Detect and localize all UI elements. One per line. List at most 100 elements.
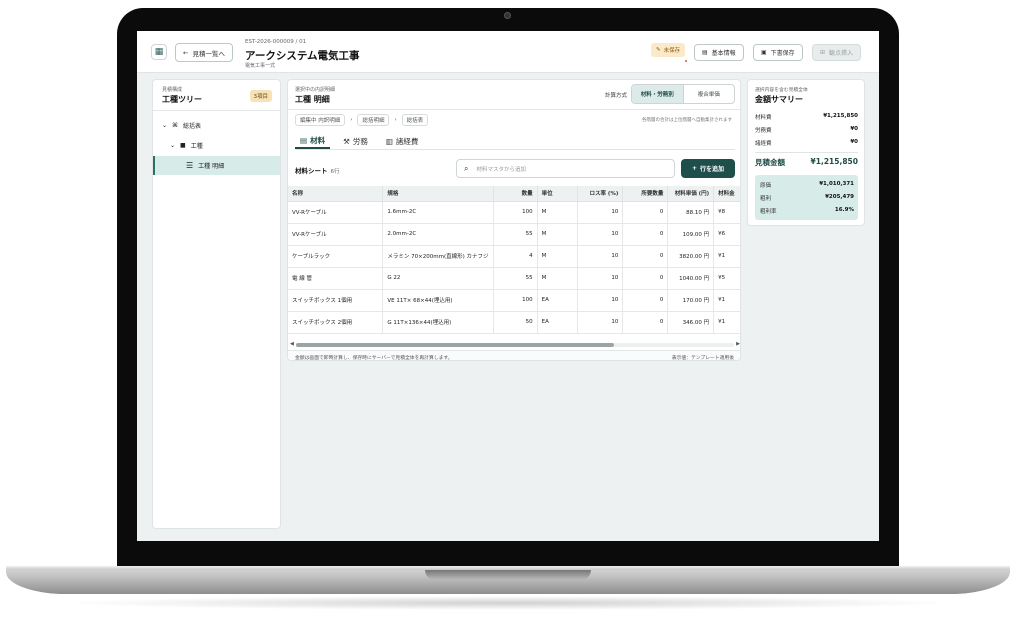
detail-title: 工種 明細: [295, 95, 330, 104]
cell-unit-price[interactable]: 3820.00 円: [667, 245, 715, 268]
sheet-title-text: 材料シート: [295, 167, 328, 175]
breadcrumb-item-summary[interactable]: 総括表: [401, 114, 429, 126]
back-to-list-button[interactable]: ← 見積一覧へ: [175, 43, 233, 62]
cell-quantity[interactable]: 100: [493, 289, 538, 312]
worker-icon: ⚒: [343, 137, 350, 146]
column-header-unit-price[interactable]: 材料単価 (円): [667, 186, 715, 202]
tab-expenses[interactable]: ▥ 諸経費: [381, 134, 424, 149]
breadcrumb-item-summary-detail[interactable]: 総括明細: [357, 114, 390, 126]
import-icon: ⊞: [820, 49, 826, 56]
table-row[interactable]: スイッチボックス 2個用 G 11T×136×44(埋込用) 50 EA 10 …: [288, 311, 740, 334]
cell-unit[interactable]: EA: [537, 311, 579, 334]
quote-import-button[interactable]: ⊞ 観点挿入: [812, 44, 862, 61]
table-row[interactable]: VV-Rケーブル 1.6mm-2C 100 M 10 0 88.10 円 ¥8: [288, 201, 740, 224]
material-search-input[interactable]: ⌕ 材料マスタから追加: [456, 159, 675, 178]
column-header-unit[interactable]: 単位: [537, 186, 579, 202]
cell-name[interactable]: ケーブルラック: [288, 245, 384, 268]
cell-name[interactable]: VV-Rケーブル: [288, 223, 384, 246]
cell-quantity[interactable]: 55: [493, 267, 538, 290]
cell-quantity[interactable]: 55: [493, 223, 538, 246]
cell-loss-rate[interactable]: 10: [577, 267, 624, 290]
profit-line-value: 16.9%: [834, 207, 854, 213]
profit-line-cost: 原価 ¥1,010,371: [760, 181, 854, 189]
cell-name[interactable]: スイッチボックス 2個用: [288, 311, 384, 334]
cell-loss-rate[interactable]: 10: [577, 289, 624, 312]
cell-spec[interactable]: VE 11T× 68×44(埋込用): [382, 289, 494, 312]
cell-unit[interactable]: M: [537, 245, 579, 268]
breadcrumb-note: 各階層の合計は上位階層へ自動集計されます: [642, 118, 732, 123]
cell-spec[interactable]: 1.6mm-2C: [382, 201, 494, 224]
cell-spec[interactable]: 2.0mm-2C: [382, 223, 494, 246]
profit-box: 原価 ¥1,010,371 粗利 ¥205,479 粗利率 16.9%: [755, 175, 858, 220]
column-header-material-amount[interactable]: 材料金: [713, 186, 740, 202]
breadcrumb-item-editing[interactable]: 編集中 内訳明細: [295, 114, 346, 126]
cell-unit[interactable]: M: [537, 223, 579, 246]
cell-name[interactable]: スイッチボックス 1個用: [288, 289, 384, 312]
cell-unit-price[interactable]: 88.10 円: [667, 201, 715, 224]
column-header-spec[interactable]: 規格: [382, 186, 494, 202]
table-row[interactable]: VV-Rケーブル 2.0mm-2C 55 M 10 0 109.00 円 ¥6: [288, 223, 740, 246]
cell-unit-price[interactable]: 170.00 円: [667, 289, 715, 312]
cell-unit[interactable]: M: [537, 201, 579, 224]
cell-quantity[interactable]: 100: [493, 201, 538, 224]
chevron-right-icon: ›: [350, 117, 353, 123]
cell-unit[interactable]: EA: [537, 289, 579, 312]
cell-unit[interactable]: M: [537, 267, 579, 290]
tree-count-badge: 3項目: [249, 90, 272, 102]
basic-info-button[interactable]: ▤ 基本情報: [694, 44, 744, 61]
summary-line-value: ¥0: [850, 126, 858, 132]
laptop-shadow: [60, 596, 956, 610]
cell-name[interactable]: VV-Rケーブル: [288, 201, 384, 224]
work-tree-panel: 見積構成 工種ツリー 3項目 ⌄ ⌘ 総括表 ⌄ ■ 工種 ☰ 工種 明細: [152, 79, 281, 529]
cell-spec[interactable]: G 11T×136×44(埋込用): [382, 311, 494, 334]
summary-line-label: 諸経費: [755, 141, 772, 147]
draft-save-button[interactable]: ▣ 下書保存: [753, 44, 803, 61]
cell-quantity[interactable]: 50: [493, 311, 538, 334]
tree-item-work-type[interactable]: ⌄ ■ 工種: [153, 136, 280, 155]
column-header-quantity[interactable]: 数量: [493, 186, 538, 202]
column-header-required-qty[interactable]: 所要数量: [622, 186, 669, 202]
table-row[interactable]: 電 線 管 G 22 55 M 10 0 1040.00 円 ¥5: [288, 267, 740, 290]
breadcrumb: 編集中 内訳明細 › 総括明細 › 総括表: [295, 114, 429, 126]
profit-line-label: 粗利: [760, 196, 772, 202]
detail-caption: 選択中の内訳明細: [295, 87, 336, 93]
cell-loss-rate[interactable]: 10: [577, 245, 624, 268]
column-header-name[interactable]: 名称: [288, 186, 384, 202]
scroll-left-icon[interactable]: ◀: [290, 341, 294, 347]
calc-option-separate[interactable]: 材料・労務別: [632, 85, 684, 103]
search-icon: ⌕: [464, 163, 469, 173]
cell-loss-rate[interactable]: 10: [577, 223, 624, 246]
tab-labor[interactable]: ⚒ 労務: [338, 134, 373, 149]
column-header-loss-rate[interactable]: ロス率 (%): [577, 186, 624, 202]
tree-item-work-detail[interactable]: ☰ 工種 明細: [153, 156, 280, 175]
cell-unit-price[interactable]: 109.00 円: [667, 223, 715, 246]
cell-unit-price[interactable]: 1040.00 円: [667, 267, 715, 290]
divider: [755, 152, 858, 153]
cell-spec[interactable]: メラミン 70×200mm(直線形) カナフジ: [382, 245, 494, 268]
footer-display-note: 表示値：テンプレート適用後: [671, 356, 734, 361]
horizontal-scrollbar[interactable]: ◀ ▶: [290, 341, 740, 348]
chevron-down-icon: ⌄: [170, 142, 176, 149]
scrollbar-thumb[interactable]: [296, 343, 614, 347]
add-row-button[interactable]: + 行を追加: [681, 159, 735, 178]
cell-name[interactable]: 電 線 管: [288, 267, 384, 290]
cell-unit-price[interactable]: 346.00 円: [667, 311, 715, 334]
tree-item-label: 工種 明細: [198, 163, 225, 170]
camera-icon: [504, 12, 511, 19]
cell-loss-rate[interactable]: 10: [577, 201, 624, 224]
table-header-row: 名称 規格 数量 単位 ロス率 (%) 所要数量 材料単価 (円) 材料金: [288, 186, 740, 202]
cell-spec[interactable]: G 22: [382, 267, 494, 290]
cell-loss-rate[interactable]: 10: [577, 311, 624, 334]
tab-materials[interactable]: ▤ 材料: [295, 134, 331, 149]
table-row[interactable]: ケーブルラック メラミン 70×200mm(直線形) カナフジ 4 M 10 0…: [288, 245, 740, 268]
scroll-right-icon[interactable]: ▶: [736, 341, 740, 347]
cell-required-qty: 0: [622, 289, 669, 312]
cell-quantity[interactable]: 4: [493, 245, 538, 268]
table-row[interactable]: スイッチボックス 1個用 VE 11T× 68×44(埋込用) 100 EA 1…: [288, 289, 740, 312]
tree-title: 工種ツリー: [162, 95, 202, 104]
grid-menu-button[interactable]: ▦: [151, 44, 167, 60]
calc-option-composite[interactable]: 複合単価: [684, 85, 735, 103]
tree-item-summary[interactable]: ⌄ ⌘ 総括表: [153, 116, 280, 135]
page-title: アークシステム電気工事: [245, 50, 360, 62]
divider: [153, 110, 280, 111]
